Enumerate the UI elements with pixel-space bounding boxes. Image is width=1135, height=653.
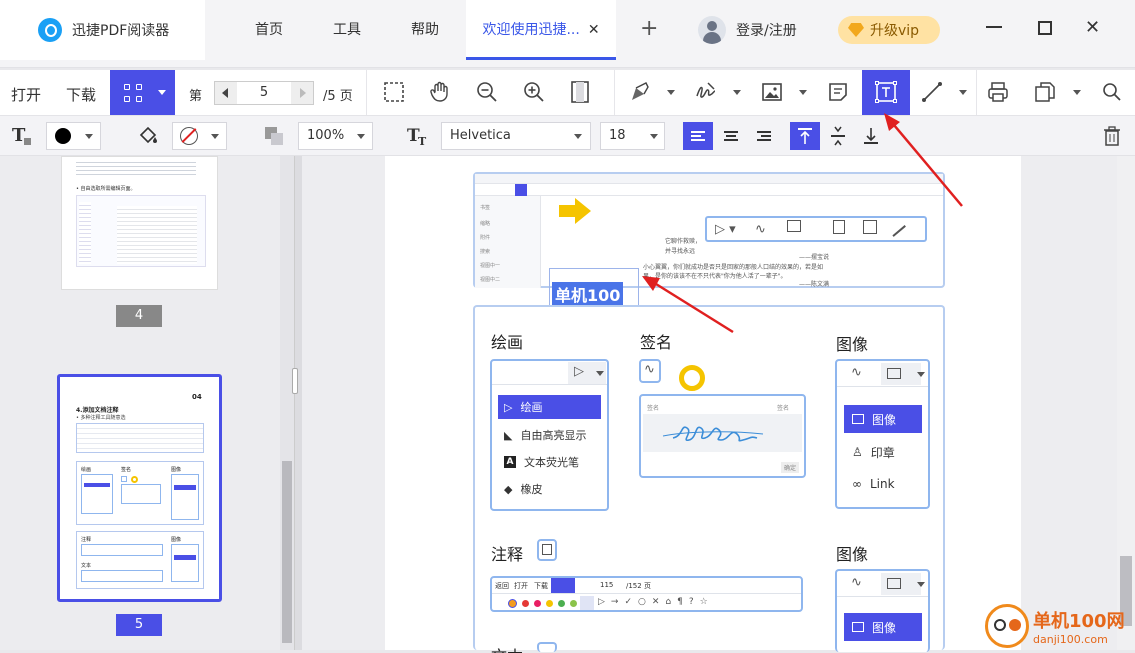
watermark-url: danji100.com [1033,632,1108,646]
watermark: 单机100网 danji100.com [985,604,1125,648]
watermark-logo-icon [985,604,1029,648]
annotation-arrows [642,113,963,334]
watermark-title: 单机100网 [1033,610,1125,632]
red-arrow-to-toolbar [893,124,963,207]
red-arrow-to-text [655,282,734,334]
